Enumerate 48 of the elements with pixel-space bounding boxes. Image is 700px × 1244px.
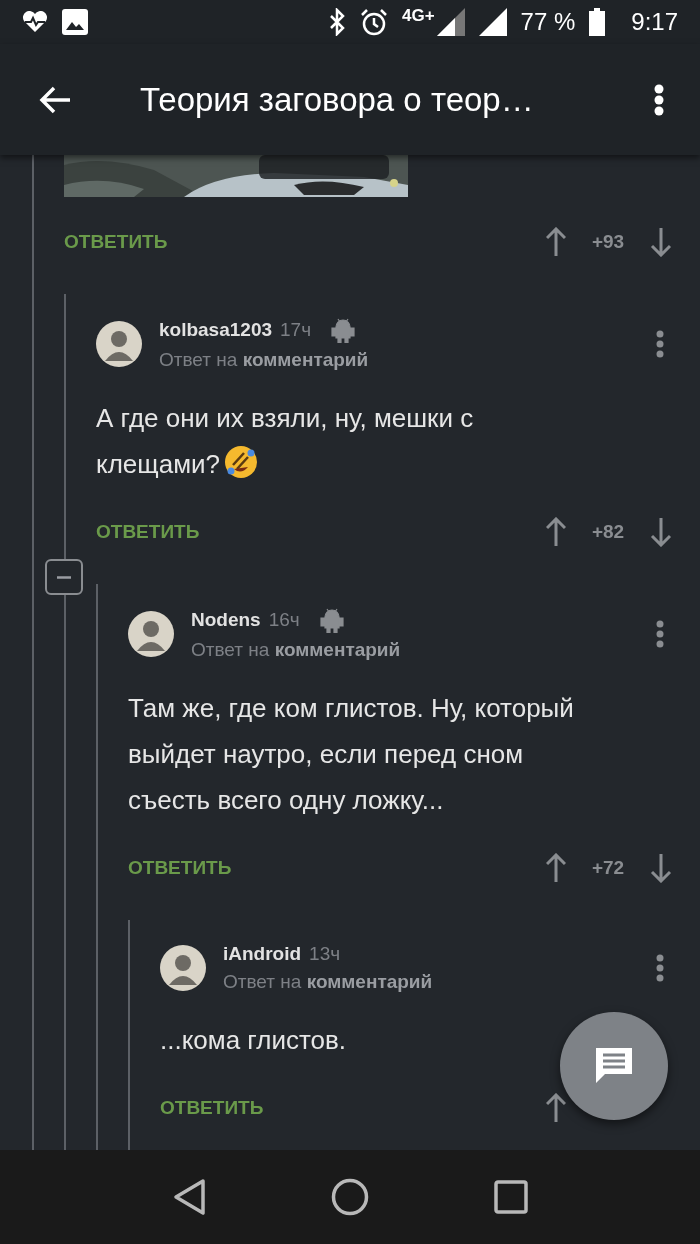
comment-score: +93 bbox=[590, 231, 626, 253]
recent-apps-icon[interactable] bbox=[493, 1180, 528, 1214]
page-title: Теория заговора о теор… bbox=[140, 80, 535, 119]
upvote-icon[interactable] bbox=[546, 1093, 566, 1123]
home-icon[interactable] bbox=[331, 1178, 369, 1216]
comment-text: ...кома глистов. bbox=[160, 1024, 347, 1057]
network-type: 4G+ bbox=[401, 6, 435, 26]
clock: 9:17 bbox=[631, 8, 678, 36]
heart-rate-icon bbox=[22, 11, 48, 33]
comment-time: 16ч bbox=[268, 609, 300, 631]
comment-text: А где они их взяли, ну, мешки с клещами? bbox=[96, 402, 475, 481]
comment-time: 13ч bbox=[309, 943, 341, 965]
collapse-button[interactable] bbox=[45, 559, 83, 595]
upvote-icon[interactable] bbox=[546, 853, 566, 883]
author-name[interactable]: kolbasa1203 bbox=[159, 319, 273, 341]
comment-score: +72 bbox=[590, 857, 626, 879]
reply-button[interactable]: ОТВЕТИТЬ bbox=[160, 1097, 264, 1119]
more-options-icon[interactable] bbox=[654, 83, 664, 116]
comment-text: Там же, где ком глистов. Ну, который выйдет наутро, если перед сном съесть всего одну ложку... bbox=[128, 692, 575, 817]
downvote-icon[interactable] bbox=[650, 517, 672, 547]
author-name[interactable]: Nodens bbox=[191, 609, 261, 631]
battery-percent: 77 % bbox=[520, 8, 576, 36]
battery-icon bbox=[589, 8, 606, 36]
bluetooth-icon bbox=[327, 8, 346, 36]
reply-to-text: Ответ на комментарий bbox=[223, 971, 434, 993]
image-icon bbox=[62, 9, 88, 35]
avatar[interactable] bbox=[128, 611, 174, 657]
signal-icon bbox=[436, 8, 465, 36]
comment-time: 17ч bbox=[280, 319, 312, 341]
chat-icon bbox=[593, 1046, 635, 1086]
upvote-icon[interactable] bbox=[546, 517, 566, 547]
downvote-icon[interactable] bbox=[650, 853, 672, 883]
alarm-icon bbox=[359, 8, 388, 36]
avatar[interactable] bbox=[160, 945, 206, 991]
avatar[interactable] bbox=[96, 321, 142, 367]
author-name[interactable]: iAndroid bbox=[223, 943, 302, 965]
signal-icon bbox=[478, 8, 507, 36]
downvote-icon[interactable] bbox=[650, 227, 672, 257]
reply-button[interactable]: ОТВЕТИТЬ bbox=[96, 521, 200, 543]
reply-to-text: Ответ на комментарий bbox=[191, 639, 402, 661]
reply-button[interactable]: ОТВЕТИТЬ bbox=[128, 857, 232, 879]
back-arrow-icon[interactable] bbox=[38, 84, 72, 115]
comment-score: +82 bbox=[590, 521, 626, 543]
upvote-icon[interactable] bbox=[546, 227, 566, 257]
back-icon[interactable] bbox=[172, 1178, 207, 1216]
reply-to-text: Ответ на комментарий bbox=[159, 349, 370, 371]
minus-icon bbox=[57, 575, 71, 579]
reply-button[interactable]: ОТВЕТИТЬ bbox=[64, 231, 168, 253]
